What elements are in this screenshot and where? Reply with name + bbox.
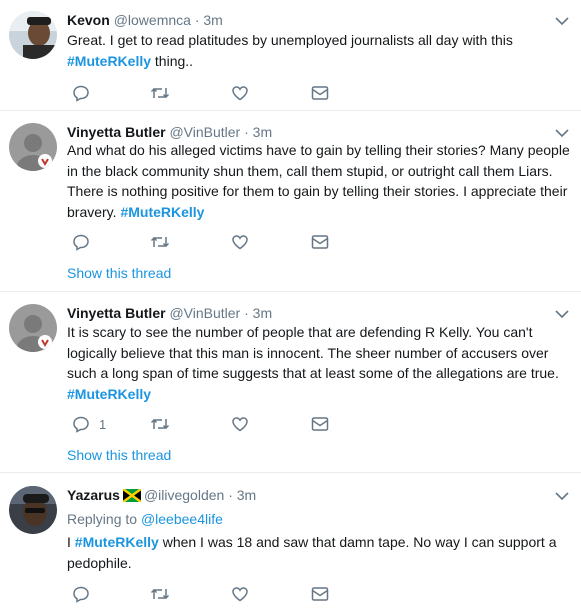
direct-message-button[interactable] [311,413,329,435]
separator-dot: · [244,124,249,140]
timestamp[interactable]: 3m [237,487,256,503]
show-thread-link[interactable]: Show this thread [67,264,171,282]
hashtag-link[interactable]: #MuteRKelly [67,386,151,402]
like-button[interactable] [231,82,249,104]
tweet-actions [67,82,367,104]
heart-icon [232,417,248,432]
retweet-button[interactable] [150,231,170,253]
tweet-actions [67,231,367,253]
retweet-button[interactable] [150,82,170,104]
reply-button[interactable] [72,231,90,253]
reply-button[interactable]: 1 [72,413,106,435]
timestamp[interactable]: 3m [253,124,272,140]
direct-message-button[interactable] [311,231,329,253]
envelope-icon [311,235,329,249]
separator-dot: · [194,12,200,28]
jamaica-flag-icon [122,489,141,502]
chevron-down-icon[interactable] [555,309,569,319]
display-name[interactable]: Vinyetta Butler [67,124,166,140]
tweet[interactable]: Kevon @lowemnca · 3m Great. I get to rea… [0,0,581,111]
envelope-icon [311,417,329,431]
show-thread-link[interactable]: Show this thread [67,446,171,464]
hashtag-link[interactable]: #MuteRKelly [75,534,159,550]
hashtag-link[interactable]: #MuteRKelly [120,204,204,220]
display-name[interactable]: Vinyetta Butler [67,305,166,321]
separator-dot: · [228,487,233,503]
user-handle[interactable]: @VinButler [169,124,240,140]
retweet-icon [150,236,170,248]
display-name[interactable]: Yazarus [67,487,120,503]
tweet[interactable]: Yazarus @ilivegolden · 3m Replying to @le… [0,473,581,608]
retweet-icon [150,418,170,430]
tweet-text: Great. I get to read platitudes by unemp… [67,32,513,69]
tweet-text: I #MuteRKelly when I was 18 and saw that… [67,534,557,571]
replying-to: Replying to @leebee4life [67,511,223,527]
avatar[interactable] [9,304,57,352]
avatar[interactable] [9,123,57,171]
tweet-text: It is scary to see the number of people … [67,324,559,402]
like-button[interactable] [231,231,249,253]
reply-icon [73,85,89,102]
timestamp[interactable]: 3m [253,305,272,321]
envelope-icon [311,86,329,100]
reply-count: 1 [99,416,107,432]
chevron-down-icon[interactable] [555,16,569,26]
reply-button[interactable] [72,82,90,104]
tweet[interactable]: Vinyetta Butler @VinButler · 3m And what… [0,111,581,292]
retweet-icon [150,588,170,600]
reply-icon [73,416,89,433]
hashtag-link[interactable]: #MuteRKelly [67,53,151,69]
heart-icon [232,587,248,602]
like-button[interactable] [231,583,249,605]
tweet-actions [67,583,367,605]
direct-message-button[interactable] [311,82,329,104]
chevron-down-icon[interactable] [555,491,569,501]
timestamp[interactable]: 3m [203,12,222,28]
heart-icon [232,86,248,101]
display-name[interactable]: Kevon [67,12,110,28]
retweet-button[interactable] [150,583,170,605]
retweet-icon [150,87,170,99]
user-handle[interactable]: @lowemnca [114,12,191,28]
tweet[interactable]: Vinyetta Butler @VinButler · 3m It is sc… [0,292,581,473]
avatar[interactable] [9,486,57,534]
tweet-actions: 1 [67,413,367,435]
user-handle[interactable]: @VinButler [169,305,240,321]
user-handle[interactable]: @ilivegolden [144,487,224,503]
like-button[interactable] [231,413,249,435]
reply-icon [73,234,89,251]
separator-dot: · [244,305,249,321]
reply-icon [73,586,89,603]
retweet-button[interactable] [150,413,170,435]
reply-button[interactable] [72,583,90,605]
envelope-icon [311,587,329,601]
direct-message-button[interactable] [311,583,329,605]
heart-icon [232,235,248,250]
mention-link[interactable]: @leebee4life [141,511,223,527]
tweet-text: And what do his alleged victims have to … [67,142,570,220]
chevron-down-icon[interactable] [555,128,569,138]
avatar[interactable] [9,11,57,59]
